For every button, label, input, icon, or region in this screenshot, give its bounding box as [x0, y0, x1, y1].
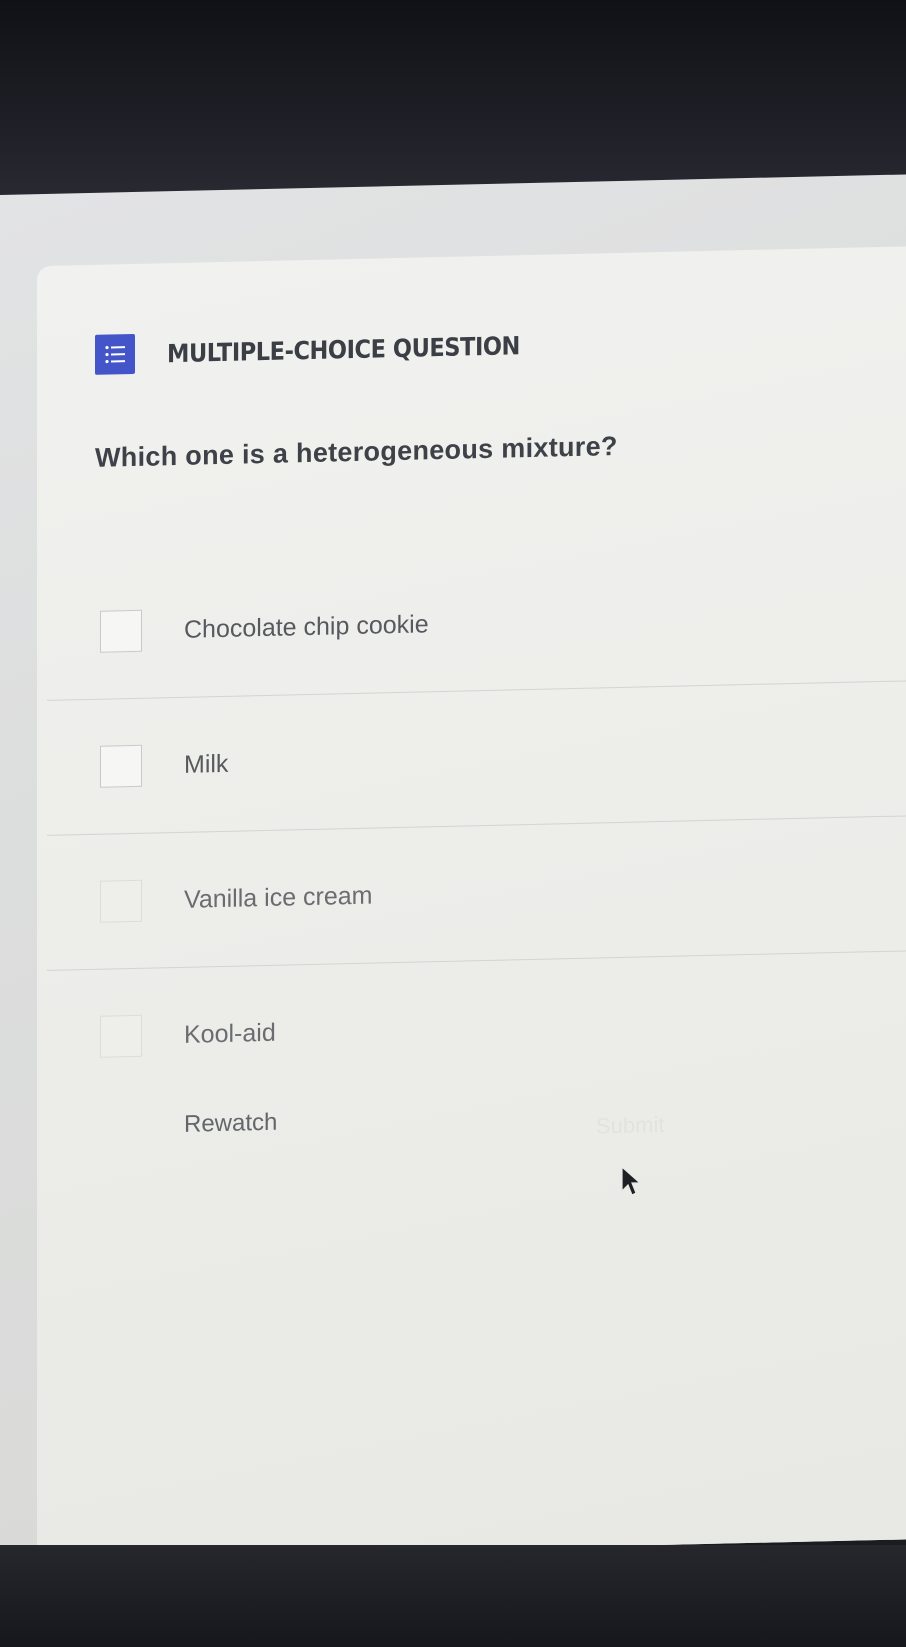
option-checkbox[interactable] [100, 744, 142, 788]
submit-button[interactable]: Submit [596, 1112, 664, 1140]
question-type-label: MULTIPLE-CHOICE QUESTION [167, 330, 520, 368]
option-kool-aid[interactable]: Kool-aid [47, 951, 906, 1105]
screen: MULTIPLE-CHOICE QUESTION Which one is a … [0, 174, 906, 1561]
monitor-bezel-bottom [0, 1545, 906, 1647]
option-label: Milk [184, 749, 229, 779]
question-footer: Rewatch Submit [184, 1095, 884, 1171]
option-checkbox[interactable] [100, 609, 142, 653]
option-chocolate-chip-cookie[interactable]: Chocolate chip cookie [47, 545, 906, 701]
question-text: Which one is a heterogeneous mixture? [95, 430, 618, 473]
mouse-pointer-icon [621, 1165, 642, 1196]
option-label: Vanilla ice cream [184, 881, 373, 914]
question-card: MULTIPLE-CHOICE QUESTION Which one is a … [37, 245, 906, 1561]
question-header: MULTIPLE-CHOICE QUESTION [95, 324, 559, 375]
option-milk[interactable]: Milk [47, 680, 906, 836]
option-label: Kool-aid [184, 1018, 276, 1049]
answer-options: Chocolate chip cookie Milk Vanilla ice c… [47, 545, 906, 1105]
option-checkbox[interactable] [100, 1014, 142, 1058]
list-icon [95, 333, 135, 375]
option-checkbox[interactable] [100, 879, 142, 923]
option-vanilla-ice-cream[interactable]: Vanilla ice cream [47, 815, 906, 971]
option-label: Chocolate chip cookie [184, 609, 429, 644]
rewatch-button[interactable]: Rewatch [184, 1109, 277, 1139]
